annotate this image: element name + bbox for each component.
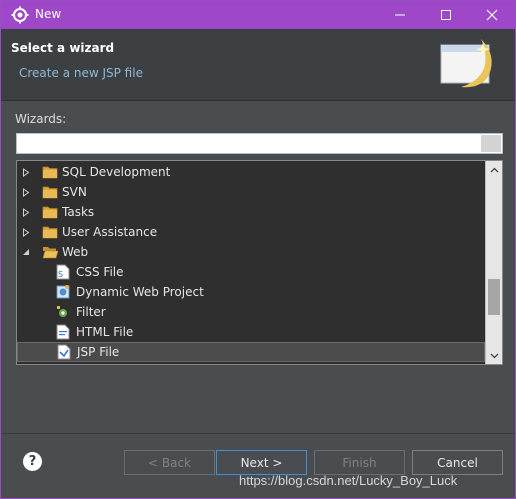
wizard-header: Select a wizard Create a new JSP file bbox=[1, 29, 515, 101]
minimize-icon bbox=[395, 14, 405, 16]
window-title: New bbox=[35, 7, 62, 21]
title-bar: New bbox=[1, 1, 515, 29]
tree-item-html-file[interactable]: HTML File bbox=[17, 322, 485, 342]
filter-icon bbox=[56, 304, 72, 320]
tree-item-jsp-file[interactable]: JSP File bbox=[17, 342, 485, 362]
folder-icon bbox=[42, 165, 58, 179]
tree-item-user-assistance[interactable]: User Assistance bbox=[17, 222, 485, 242]
tree-item-label: User Assistance bbox=[62, 225, 158, 239]
close-button[interactable] bbox=[469, 1, 515, 29]
clear-filter-button[interactable] bbox=[481, 135, 501, 152]
jsp-file-icon bbox=[57, 344, 73, 360]
tree-item-filter[interactable]: Filter bbox=[17, 302, 485, 322]
collapsed-arrow-icon[interactable] bbox=[20, 167, 32, 177]
button-bar-separator bbox=[1, 433, 515, 434]
scroll-down-button[interactable] bbox=[486, 347, 502, 364]
eclipse-gear-icon bbox=[11, 6, 29, 24]
folder-icon bbox=[42, 185, 58, 199]
folder-open-icon bbox=[42, 245, 58, 259]
page-title: Select a wizard bbox=[11, 41, 115, 55]
page-description: Create a new JSP file bbox=[19, 66, 143, 80]
maximize-icon bbox=[441, 10, 451, 20]
watermark-text: https://blog.csdn.net/Lucky_Boy_Luck bbox=[239, 473, 458, 488]
tree-item-label: JSP File bbox=[77, 345, 120, 359]
chevron-down-icon bbox=[490, 353, 498, 358]
html-file-icon bbox=[56, 324, 72, 340]
web-project-icon bbox=[56, 284, 72, 300]
tree-item-web[interactable]: Web bbox=[17, 242, 485, 262]
maximize-button[interactable] bbox=[423, 1, 469, 29]
svg-text:S: S bbox=[58, 270, 63, 279]
collapsed-arrow-icon[interactable] bbox=[20, 187, 32, 197]
tree-item-svn[interactable]: SVN bbox=[17, 182, 485, 202]
tree-scrollbar[interactable] bbox=[485, 161, 502, 364]
tree-item-label: CSS File bbox=[76, 265, 124, 279]
collapsed-arrow-icon[interactable] bbox=[20, 227, 32, 237]
finish-button[interactable]: Finish bbox=[314, 450, 405, 475]
collapsed-arrow-icon[interactable] bbox=[20, 207, 32, 217]
minimize-button[interactable] bbox=[377, 1, 423, 29]
tree-item-label: Filter bbox=[76, 305, 106, 319]
tree-item-tasks[interactable]: Tasks bbox=[17, 202, 485, 222]
help-button[interactable]: ? bbox=[23, 452, 42, 471]
tree-item-label: HTML File bbox=[76, 325, 134, 339]
tree-item-label: SQL Development bbox=[62, 165, 171, 179]
wizard-tree[interactable]: SQL Development SVN Tasks User Assistance We… bbox=[16, 160, 503, 365]
css-file-icon: S bbox=[56, 264, 72, 280]
cancel-button[interactable]: Cancel bbox=[412, 450, 503, 475]
close-icon bbox=[486, 9, 498, 21]
wizard-banner-icon bbox=[440, 39, 492, 88]
wizards-label: Wizards: bbox=[15, 112, 67, 126]
tree-item-label: Dynamic Web Project bbox=[76, 285, 204, 299]
tree-item-label: Web bbox=[62, 245, 89, 259]
tree-item-label: SVN bbox=[62, 185, 87, 199]
back-button[interactable]: < Back bbox=[124, 450, 215, 475]
scroll-thumb[interactable] bbox=[488, 279, 500, 315]
wizard-filter-field[interactable] bbox=[16, 133, 503, 154]
scroll-up-button[interactable] bbox=[486, 161, 502, 178]
expanded-arrow-icon[interactable] bbox=[20, 248, 32, 256]
tree-item-dynamic-web-project[interactable]: Dynamic Web Project bbox=[17, 282, 485, 302]
new-wizard-dialog: New Select a wizard Create a new JSP fil… bbox=[0, 0, 516, 499]
wizard-filter-input[interactable] bbox=[17, 134, 502, 153]
chevron-up-icon bbox=[490, 167, 498, 172]
tree-item-css-file[interactable]: S CSS File bbox=[17, 262, 485, 282]
folder-icon bbox=[42, 205, 58, 219]
folder-icon bbox=[42, 225, 58, 239]
tree-item-label: Tasks bbox=[62, 205, 95, 219]
wizard-tree-rows: SQL Development SVN Tasks User Assistance We… bbox=[17, 161, 485, 364]
next-button-label: Next > bbox=[240, 455, 283, 470]
next-button[interactable]: Next > bbox=[216, 450, 307, 475]
tree-item-sql-development[interactable]: SQL Development bbox=[17, 162, 485, 182]
